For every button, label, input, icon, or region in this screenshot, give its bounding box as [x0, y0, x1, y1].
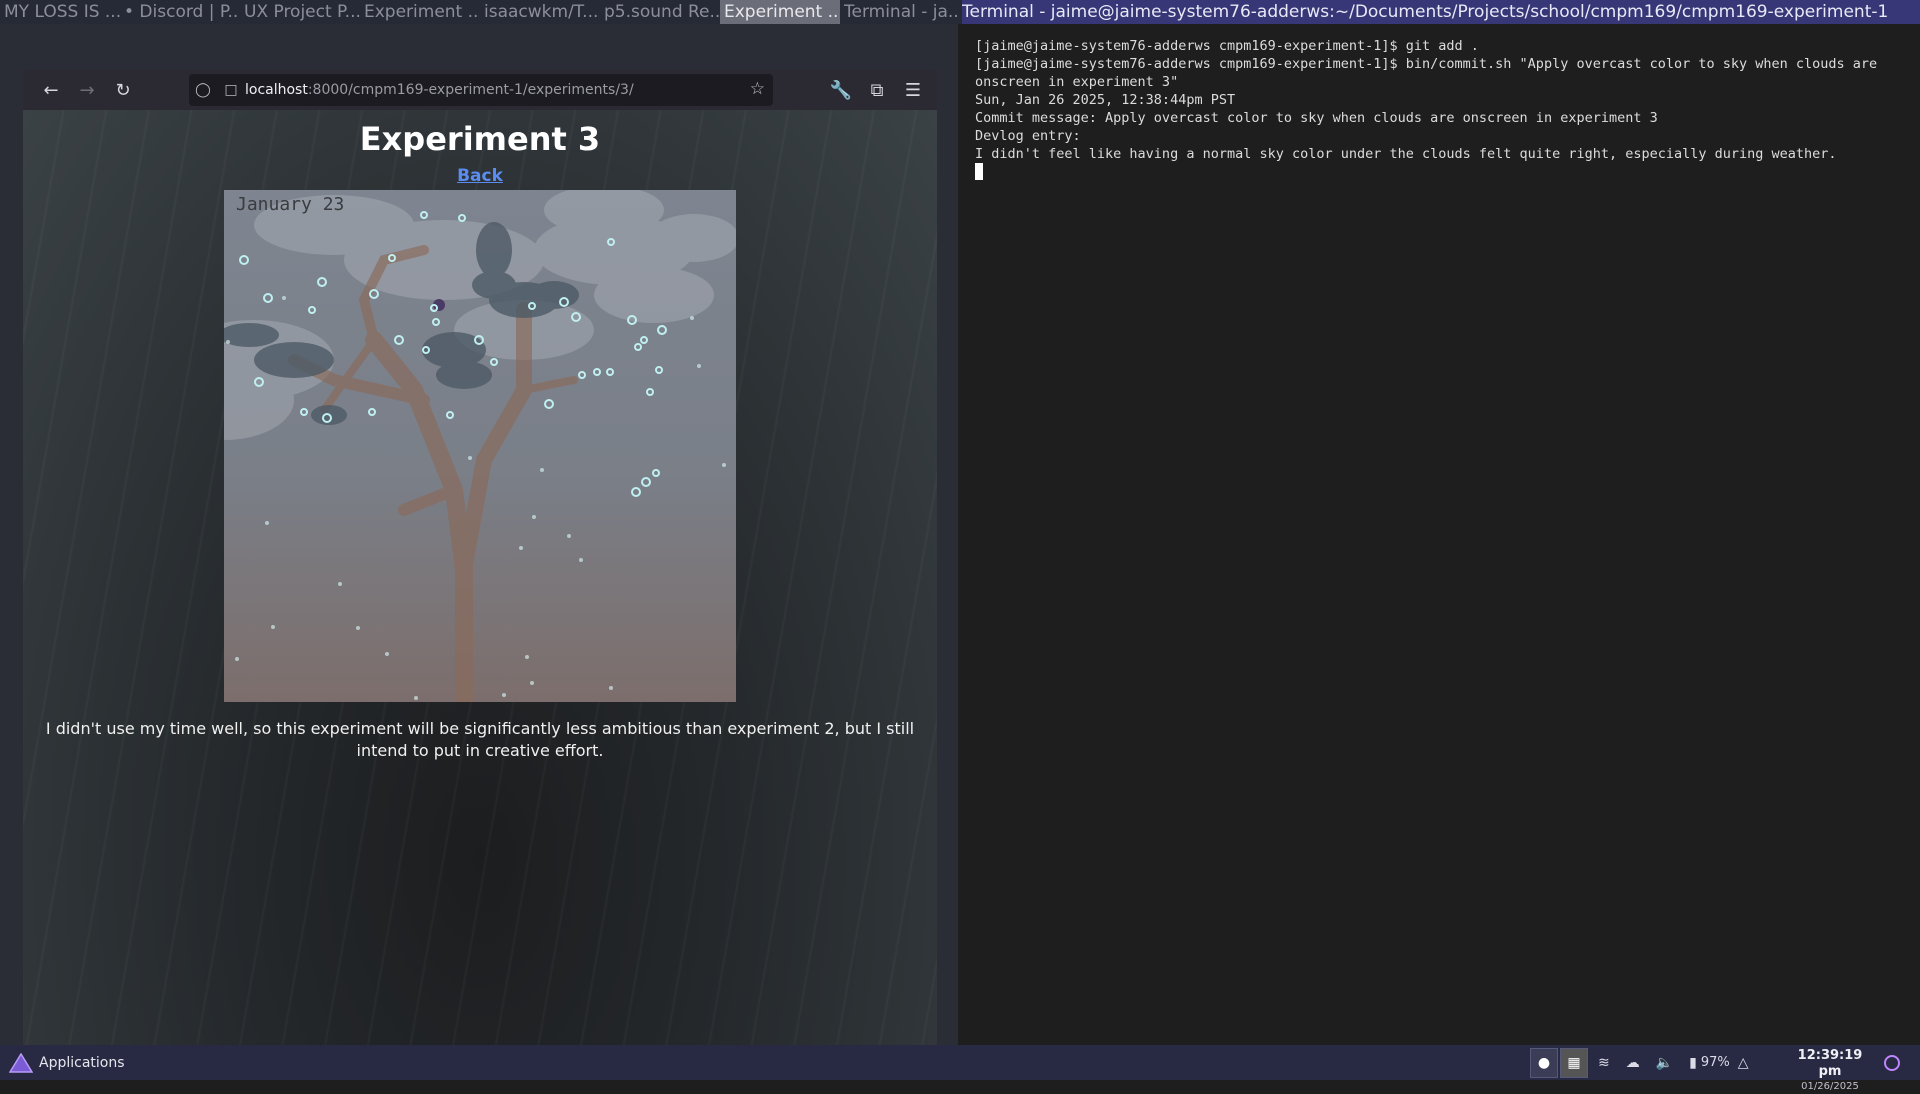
battery-icon[interactable]: ▮	[1689, 1055, 1697, 1071]
terminal-line: [jaime@jaime-system76-adderws cmpm169-ex…	[975, 56, 1886, 90]
experiment-description: I didn't use my time well, so this exper…	[45, 719, 915, 760]
raindrop	[722, 463, 726, 467]
notification-bell-icon[interactable]: △	[1738, 1055, 1749, 1071]
page-title: Experiment 3	[359, 120, 601, 158]
raindrop	[697, 364, 701, 368]
raindrop	[519, 546, 523, 550]
reload-icon[interactable]: ↻	[105, 72, 141, 108]
browser-window: ← → ↻ ◯ □ localhost:8000/cmpm169-experim…	[0, 24, 958, 1047]
bottom-panel: Applications ● ▦ ≋ ☁ 🔈 ▮ 97% △ 12:39:19 …	[0, 1045, 1920, 1092]
shield-icon[interactable]: ◯	[189, 82, 217, 98]
terminal-line: [jaime@jaime-system76-adderws cmpm169-ex…	[975, 38, 1479, 54]
raindrop	[356, 626, 360, 630]
raindrop	[540, 468, 544, 472]
terminal-line: Commit message: Apply overcast color to …	[975, 110, 1658, 126]
raindrop	[271, 625, 275, 629]
terminal-line: Devlog entry:	[975, 128, 1081, 144]
window-tab[interactable]: MY LOSS IS ...	[0, 0, 120, 24]
terminal-line: I didn't feel like having a normal sky c…	[975, 146, 1837, 162]
firefox-taskbar-icon[interactable]: ●	[1530, 1047, 1558, 1078]
url-bar[interactable]: ◯ □ localhost:8000/cmpm169-experiment-1/…	[189, 74, 773, 106]
raindrop	[532, 515, 536, 519]
applications-menu[interactable]: Applications	[9, 1052, 125, 1073]
terminal-taskbar-icon[interactable]: ▦	[1560, 1047, 1588, 1078]
canvas-date: January 23	[236, 194, 344, 215]
raindrop	[414, 696, 418, 700]
canvas-scene: January 23	[224, 190, 736, 702]
top-window-bar: MY LOSS IS ... • Discord | P... UX Project…	[0, 0, 1920, 24]
battery-percent: 97%	[1700, 1055, 1730, 1070]
window-tab[interactable]: isaacwkm/T...	[480, 0, 600, 24]
raindrop	[530, 681, 534, 685]
wifi-icon[interactable]: ≋	[1598, 1055, 1610, 1071]
raindrop	[282, 296, 286, 300]
extensions-icon[interactable]: ⧉	[859, 72, 895, 108]
window-tab[interactable]: Terminal - ja...	[840, 0, 960, 24]
applications-logo-icon	[9, 1052, 33, 1073]
window-tab[interactable]: Experiment ...	[720, 0, 840, 24]
raindrop	[468, 456, 472, 460]
bookmark-star-icon[interactable]: ☆	[750, 79, 765, 99]
terminal-cursor	[975, 163, 983, 180]
volume-icon[interactable]: 🔈	[1656, 1055, 1673, 1071]
browser: ← → ↻ ◯ □ localhost:8000/cmpm169-experim…	[23, 70, 937, 1047]
raindrop	[579, 558, 583, 562]
menu-icon[interactable]: ☰	[895, 72, 931, 108]
back-link[interactable]: Back	[457, 166, 503, 186]
window-tab[interactable]: Experiment ...	[360, 0, 480, 24]
raindrop	[690, 316, 694, 320]
p5-canvas[interactable]: January 23	[224, 190, 736, 702]
page-icon: □	[224, 82, 238, 98]
window-tab[interactable]: UX Project P...	[240, 0, 360, 24]
window-tab[interactable]: p5.sound Re...	[600, 0, 720, 24]
raindrop	[385, 652, 389, 656]
terminal-window-title[interactable]: Terminal - jaime@jaime-system76-adderws:…	[962, 0, 1920, 24]
web-page: Experiment 3 Back January 23 I didn't us…	[23, 110, 937, 1047]
url-host: localhost	[245, 82, 308, 98]
clock-time: 12:39:19 pm	[1797, 1048, 1863, 1079]
window-tabs: MY LOSS IS ... • Discord | P... UX Project…	[0, 0, 962, 24]
wrench-icon[interactable]: 🔧	[823, 72, 859, 108]
applications-label: Applications	[39, 1054, 125, 1071]
forward-arrow-icon[interactable]: →	[69, 72, 105, 108]
url-path: :8000/cmpm169-experiment-1/experiments/3…	[307, 82, 634, 98]
raindrop	[502, 693, 506, 697]
notifications-icon[interactable]	[1884, 1055, 1900, 1071]
terminal-line: Sun, Jan 26 2025, 12:38:44pm PST	[975, 92, 1236, 108]
terminal-window[interactable]: [jaime@jaime-system76-adderws cmpm169-ex…	[962, 24, 1920, 1045]
network-cloud-icon[interactable]: ☁	[1626, 1055, 1640, 1071]
raindrop	[338, 582, 342, 586]
system-tray: ● ▦ ≋ ☁ 🔈 ▮ 97% △	[1530, 1045, 1757, 1080]
back-arrow-icon[interactable]: ←	[33, 72, 69, 108]
window-tab[interactable]: • Discord | P...	[120, 0, 240, 24]
raindrop	[609, 686, 613, 690]
raindrop	[235, 657, 239, 661]
raindrop	[567, 534, 571, 538]
browser-toolbar: ← → ↻ ◯ □ localhost:8000/cmpm169-experim…	[23, 70, 937, 110]
terminal-output: [jaime@jaime-system76-adderws cmpm169-ex…	[975, 37, 1920, 181]
raindrop	[525, 655, 529, 659]
clock[interactable]: 12:39:19 pm 01/26/2025	[1785, 1048, 1875, 1094]
raindrop	[265, 521, 269, 525]
clock-date: 01/26/2025	[1801, 1081, 1859, 1092]
raindrop	[226, 340, 230, 344]
